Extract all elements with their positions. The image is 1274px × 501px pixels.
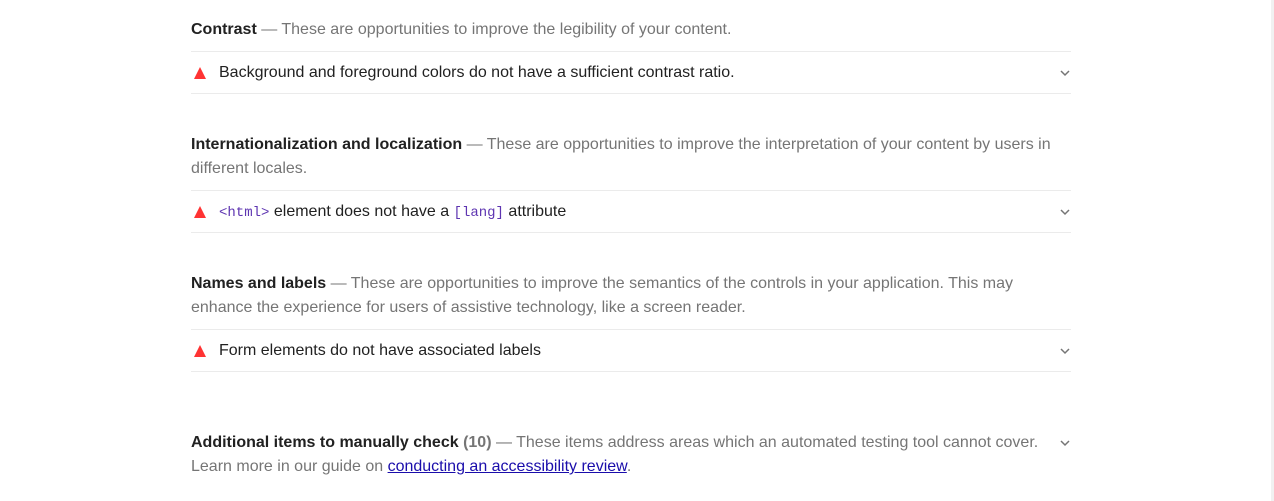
code-html-tag: <html> bbox=[219, 204, 270, 221]
chevron-down-icon[interactable] bbox=[1059, 206, 1071, 218]
learn-more-suffix: . bbox=[626, 458, 632, 475]
manual-checks-description: — These items address areas which an aut… bbox=[491, 434, 1039, 451]
chevron-down-icon[interactable] bbox=[1059, 437, 1071, 449]
manual-checks-header: Additional items to manually check (10) … bbox=[191, 431, 1071, 479]
chevron-down-icon[interactable] bbox=[1059, 345, 1071, 357]
group-title: Internationalization and localization bbox=[191, 136, 463, 153]
audit-row-html-has-lang[interactable]: <html> element does not have a [lang] at… bbox=[191, 190, 1071, 233]
audit-group-contrast: Contrast — These are opportunities to im… bbox=[191, 18, 1071, 94]
group-title: Names and labels bbox=[191, 275, 327, 292]
group-description-text: — These are opportunities to improve the… bbox=[256, 21, 732, 38]
group-description: Contrast — These are opportunities to im… bbox=[191, 18, 1071, 42]
audit-title: Background and foreground colors do not … bbox=[219, 63, 735, 81]
audit-title-text: element does not have a bbox=[269, 202, 454, 220]
code-lang-attr: [lang] bbox=[453, 204, 504, 221]
chevron-down-icon[interactable] bbox=[1059, 67, 1071, 79]
fail-triangle-icon bbox=[194, 344, 206, 357]
manual-checks-count: (10) bbox=[463, 434, 492, 451]
audit-row-color-contrast[interactable]: Background and foreground colors do not … bbox=[191, 51, 1071, 94]
manual-checks-title: Additional items to manually check bbox=[191, 434, 459, 451]
group-description: Internationalization and localization — … bbox=[191, 133, 1071, 181]
learn-more-prefix: Learn more in our guide on bbox=[191, 458, 388, 475]
audit-title-text-end: attribute bbox=[503, 202, 567, 220]
fail-triangle-icon bbox=[194, 205, 206, 218]
audit-row-form-labels[interactable]: Form elements do not have associated lab… bbox=[191, 329, 1071, 372]
audit-group-i18n: Internationalization and localization — … bbox=[191, 133, 1071, 233]
fail-triangle-icon bbox=[194, 66, 206, 79]
manual-checks-section[interactable]: Additional items to manually check (10) … bbox=[191, 431, 1071, 479]
accessibility-review-link[interactable]: conducting an accessibility review bbox=[388, 458, 627, 475]
group-description: Names and labels — These are opportuniti… bbox=[191, 272, 1071, 320]
audit-group-names-labels: Names and labels — These are opportuniti… bbox=[191, 272, 1071, 372]
audit-title: Form elements do not have associated lab… bbox=[219, 341, 541, 359]
group-title: Contrast bbox=[191, 21, 257, 38]
audit-title: <html> element does not have a [lang] at… bbox=[219, 203, 1059, 221]
